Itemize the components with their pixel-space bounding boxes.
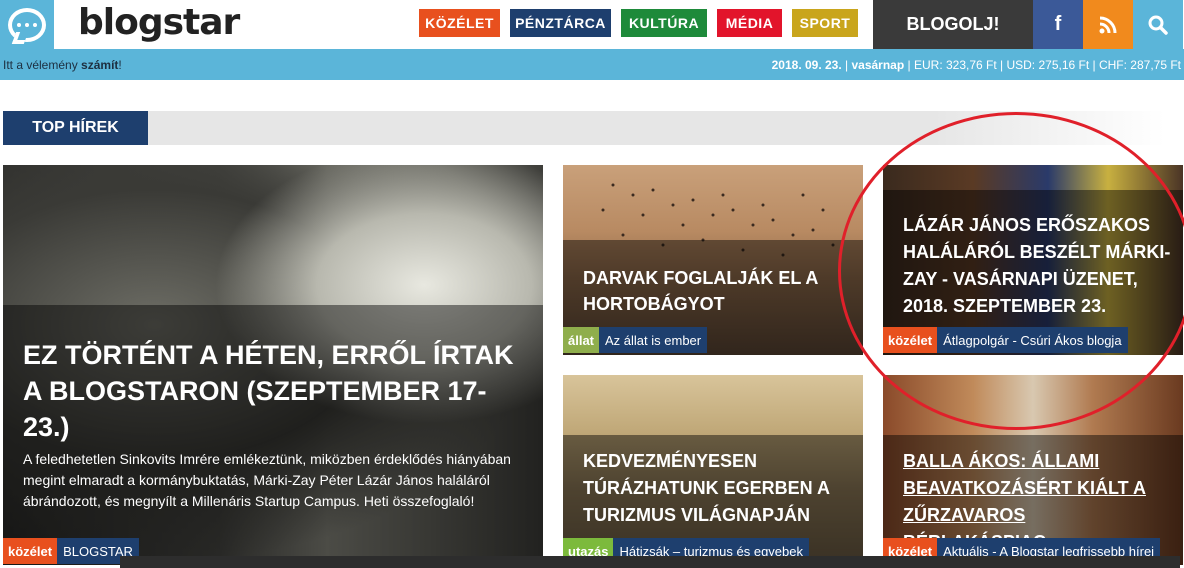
- main-article-card[interactable]: EZ TÖRTÉNT A HÉTEN, ERRŐL ÍRTAK A BLOGST…: [3, 165, 543, 565]
- category-badge[interactable]: állat: [563, 327, 600, 353]
- main-article-lead: A feledhetetlen Sinkovits Imrére emlékez…: [23, 451, 511, 509]
- nav-media[interactable]: MÉDIA: [717, 9, 782, 37]
- highlight-circle: [838, 112, 1184, 430]
- nav-kozelet[interactable]: KÖZÉLET: [419, 9, 500, 37]
- cranes-article-tag: állat Az állat is ember: [563, 327, 708, 353]
- main-article-tag: közélet BLOGSTAR: [3, 538, 139, 564]
- nav-kultura[interactable]: KULTÚRA: [621, 9, 707, 37]
- cranes-article-card[interactable]: DARVAK FOGLALJÁK EL A HORTOBÁGYOT állat …: [563, 165, 863, 355]
- category-badge[interactable]: közélet: [3, 538, 58, 564]
- day: vasárnap: [851, 58, 905, 72]
- blog-name[interactable]: Az állat is ember: [599, 327, 708, 353]
- section-title: TOP HÍREK: [3, 111, 148, 145]
- search-icon[interactable]: [1133, 0, 1183, 49]
- slogan: Itt a vélemény számít!: [3, 58, 122, 72]
- facebook-icon[interactable]: f: [1033, 0, 1083, 49]
- info-bar: Itt a vélemény számít! 2018. 09. 23. | v…: [0, 49, 1184, 80]
- eger-article-title[interactable]: KEDVEZMÉNYESEN TÚRÁZHATUNK EGERBEN A TUR…: [583, 448, 853, 529]
- site-logo[interactable]: blogstar: [78, 2, 240, 43]
- chat-bubble-icon[interactable]: [0, 0, 54, 49]
- rss-icon[interactable]: [1083, 0, 1133, 49]
- blogolj-button[interactable]: BLOGOLJ!: [873, 0, 1033, 49]
- main-article-title[interactable]: EZ TÖRTÉNT A HÉTEN, ERRŐL ÍRTAK A BLOGST…: [23, 337, 533, 445]
- date: 2018. 09. 23.: [771, 58, 842, 72]
- nav-penztarca[interactable]: PÉNZTÁRCA: [510, 9, 611, 37]
- eger-article-card[interactable]: KEDVEZMÉNYESEN TÚRÁZHATUNK EGERBEN A TUR…: [563, 375, 863, 565]
- exchange-rates: | EUR: 323,76 Ft | USD: 275,16 Ft | CHF:…: [907, 58, 1181, 72]
- cranes-article-title[interactable]: DARVAK FOGLALJÁK EL A HORTOBÁGYOT: [583, 265, 853, 317]
- top-bar: blogstar KÖZÉLET PÉNZTÁRCA KULTÚRA MÉDIA…: [0, 0, 1184, 49]
- date-and-rates: 2018. 09. 23. | vasárnap | EUR: 323,76 F…: [771, 58, 1181, 72]
- nav-sport[interactable]: SPORT: [792, 9, 858, 37]
- bottom-scroll-strip: [120, 556, 1180, 568]
